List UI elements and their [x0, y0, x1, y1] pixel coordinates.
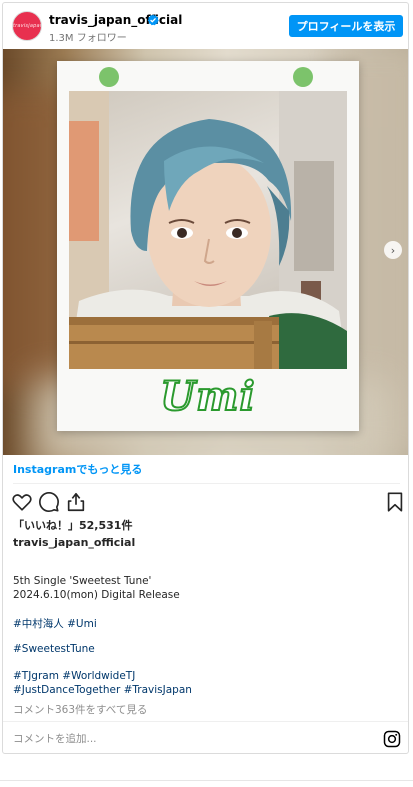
hashtag-line[interactable]: #中村海人 #Umi [13, 616, 97, 631]
comment-input[interactable] [13, 730, 343, 748]
caption-username[interactable]: travis_japan_official [13, 536, 135, 549]
polaroid-frame: Umi [57, 61, 359, 431]
caption-line: 5th Single 'Sweetest Tune' [13, 575, 152, 587]
instagram-logo-icon[interactable] [383, 730, 401, 748]
post-header: travisjapan travis_japan_official 1.3M フ… [3, 3, 408, 49]
polaroid-name-caption: Umi [159, 372, 256, 421]
next-arrow-icon[interactable]: › [384, 241, 402, 259]
avatar[interactable]: travisjapan [12, 11, 42, 41]
comment-icon[interactable] [38, 491, 60, 513]
portrait-illustration [69, 91, 347, 369]
post-media[interactable]: Umi › [3, 49, 408, 455]
view-profile-button[interactable]: プロフィールを表示 [289, 15, 403, 37]
view-all-comments-link[interactable]: コメント363件をすべて見る [13, 702, 147, 717]
hashtag-line[interactable]: #SweetestTune [13, 643, 95, 655]
username[interactable]: travis_japan_official [49, 13, 182, 27]
avatar-logo-text: travisjapan [13, 23, 42, 29]
divider [0, 780, 413, 781]
follower-count: 1.3M フォロワー [49, 33, 127, 44]
like-count[interactable]: 「いいね！」52,531件 [13, 517, 132, 533]
heart-icon[interactable] [11, 491, 33, 513]
divider [13, 483, 400, 484]
instagram-embed-card: travisjapan travis_japan_official 1.3M フ… [2, 2, 409, 754]
comment-bar [3, 721, 408, 753]
pin-icon [99, 67, 119, 87]
share-icon[interactable] [65, 491, 87, 513]
action-bar [3, 489, 408, 515]
pin-icon [293, 67, 313, 87]
hashtag-line[interactable]: #TJgram #WorldwideTJ [13, 670, 135, 682]
hashtag-line[interactable]: #JustDanceTogether #TravisJapan [13, 684, 192, 696]
verified-badge-icon [147, 14, 159, 26]
caption-line: 2024.6.10(mon) Digital Release [13, 589, 180, 601]
portrait-photo [69, 91, 347, 369]
bookmark-icon[interactable] [384, 491, 406, 513]
view-more-on-instagram-link[interactable]: Instagramでもっと見る [13, 461, 142, 477]
